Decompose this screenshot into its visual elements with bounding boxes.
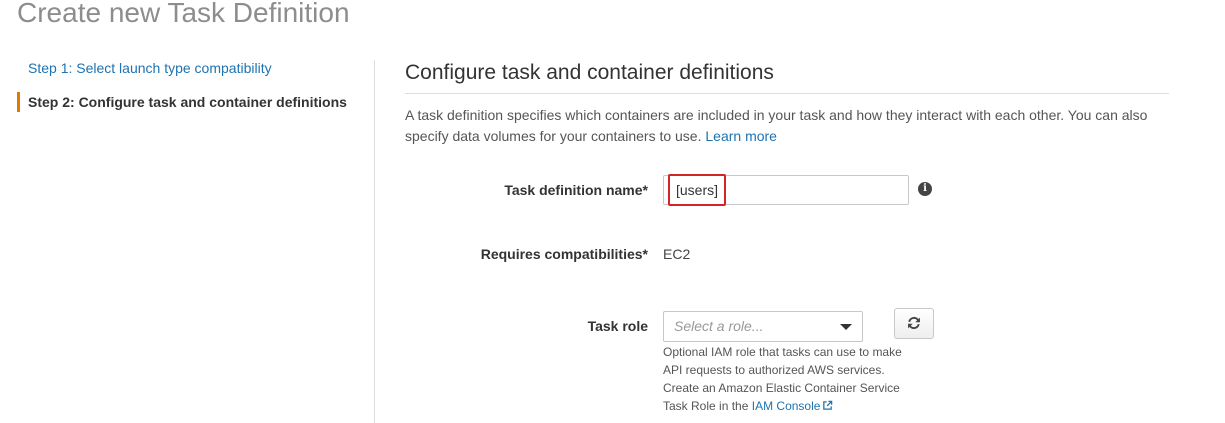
info-icon[interactable]: i [918, 182, 932, 196]
chevron-down-icon [840, 324, 852, 330]
task-role-placeholder: Select a role... [674, 318, 764, 334]
vertical-divider [374, 60, 375, 423]
task-definition-name-value[interactable]: [users] [668, 174, 727, 206]
wizard-steps: Step 1: Select launch type compatibility… [17, 58, 367, 126]
external-link-icon [823, 400, 833, 410]
step-2-current: Step 2: Configure task and container def… [17, 92, 367, 112]
task-role-select[interactable]: Select a role... [663, 311, 863, 342]
task-role-label: Task role [587, 318, 648, 334]
step-1-link[interactable]: Step 1: Select launch type compatibility [17, 58, 367, 78]
task-role-help: Optional IAM role that tasks can use to … [663, 343, 913, 415]
page-title: Create new Task Definition [17, 0, 350, 28]
section-description: A task definition specifies which contai… [405, 105, 1170, 147]
refresh-icon [908, 316, 920, 330]
requires-compatibilities-label: Requires compatibilities* [480, 246, 648, 262]
iam-console-link[interactable]: IAM Console [752, 399, 821, 413]
requires-compatibilities-value: EC2 [663, 246, 691, 262]
refresh-roles-button[interactable] [894, 308, 934, 339]
section-title: Configure task and container definitions [405, 61, 774, 84]
section-divider [405, 93, 1169, 94]
learn-more-link[interactable]: Learn more [705, 128, 777, 144]
task-definition-name-label: Task definition name* [504, 182, 648, 198]
